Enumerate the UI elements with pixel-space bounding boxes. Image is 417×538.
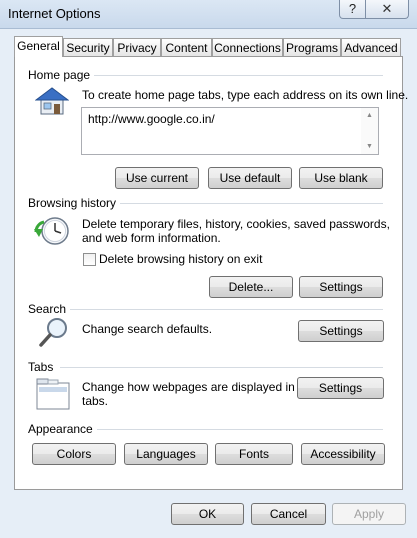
help-icon: ? xyxy=(348,1,357,16)
apply-button[interactable]: Apply xyxy=(332,503,406,525)
cancel-button[interactable]: Cancel xyxy=(251,503,326,525)
home-page-url-text: http://www.google.co.in/ xyxy=(88,112,215,126)
scroll-up-icon[interactable]: ▲ xyxy=(366,112,373,119)
tab-label: Advanced xyxy=(344,41,398,55)
colors-button[interactable]: Colors xyxy=(32,443,116,465)
home-page-description: To create home page tabs, type each addr… xyxy=(82,88,409,102)
home-icon xyxy=(35,87,69,115)
use-blank-button[interactable]: Use blank xyxy=(299,167,383,189)
section-divider xyxy=(70,309,383,310)
delete-history-button[interactable]: Delete... xyxy=(209,276,293,298)
section-divider xyxy=(85,75,383,76)
tabs-description-line1: Change how webpages are displayed in xyxy=(82,380,295,394)
search-section-label: Search xyxy=(28,302,71,316)
tab-privacy[interactable]: Privacy xyxy=(113,38,161,56)
url-scrollbar[interactable]: ▲ ▼ xyxy=(361,108,378,154)
history-settings-button[interactable]: Settings xyxy=(299,276,383,298)
tab-label: Security xyxy=(66,41,110,55)
scroll-down-icon[interactable]: ▼ xyxy=(366,143,373,150)
tab-connections[interactable]: Connections xyxy=(212,38,283,56)
search-description: Change search defaults. xyxy=(82,322,213,336)
window-title: Internet Options xyxy=(8,6,101,21)
section-divider xyxy=(112,203,383,204)
search-icon xyxy=(39,318,67,347)
use-current-button[interactable]: Use current xyxy=(115,167,199,189)
ok-button[interactable]: OK xyxy=(171,503,244,525)
tabs-section-label: Tabs xyxy=(28,360,58,374)
delete-on-exit-label[interactable]: Delete browsing history on exit xyxy=(99,252,262,266)
browsing-history-description-line1: Delete temporary files, history, cookies… xyxy=(82,217,390,231)
section-divider xyxy=(60,367,383,368)
tab-label: Programs xyxy=(285,41,338,55)
use-default-button[interactable]: Use default xyxy=(208,167,292,189)
tab-label: General xyxy=(17,39,60,53)
tab-advanced[interactable]: Advanced xyxy=(341,38,401,56)
help-button[interactable]: ? xyxy=(339,0,366,19)
search-settings-button[interactable]: Settings xyxy=(298,320,384,342)
home-page-section-label: Home page xyxy=(28,68,95,82)
tabs-icon xyxy=(36,378,70,410)
dialog-button-bar: OK Cancel Apply xyxy=(0,496,417,538)
tab-programs[interactable]: Programs xyxy=(283,38,341,56)
browsing-history-section-label: Browsing history xyxy=(28,196,121,210)
home-page-url-textarea[interactable]: http://www.google.co.in/ ▲ ▼ xyxy=(81,107,379,155)
tab-content[interactable]: Content xyxy=(161,38,212,56)
fonts-button[interactable]: Fonts xyxy=(215,443,293,465)
tab-security[interactable]: Security xyxy=(63,38,113,56)
close-button[interactable]: ✕ xyxy=(365,0,409,19)
tab-general[interactable]: General xyxy=(14,36,63,57)
browsing-history-description-line2: and web form information. xyxy=(82,231,221,245)
title-bar[interactable]: Internet Options ? ✕ xyxy=(0,0,417,29)
delete-on-exit-checkbox[interactable] xyxy=(83,253,96,266)
close-icon: ✕ xyxy=(381,1,393,16)
section-divider xyxy=(92,429,383,430)
accessibility-button[interactable]: Accessibility xyxy=(301,443,385,465)
appearance-section-label: Appearance xyxy=(28,422,97,436)
tabs-description-line2: tabs. xyxy=(82,394,109,408)
languages-button[interactable]: Languages xyxy=(124,443,208,465)
history-clock-icon xyxy=(34,217,69,245)
tab-label: Content xyxy=(165,41,208,55)
tabs-settings-button[interactable]: Settings xyxy=(297,377,384,399)
tab-label: Privacy xyxy=(117,41,157,55)
tab-label: Connections xyxy=(214,41,281,55)
